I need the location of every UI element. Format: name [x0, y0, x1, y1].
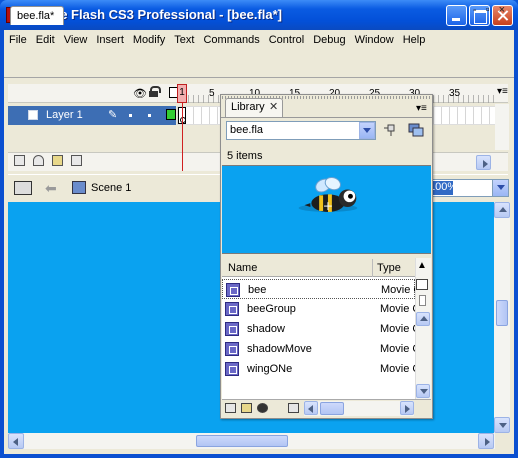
menu-control[interactable]: Control	[264, 34, 308, 46]
library-file-value[interactable]: bee.fla	[230, 124, 263, 136]
item-type: Movie Clip	[380, 363, 415, 375]
library-scroll-up[interactable]	[416, 312, 430, 326]
document-window-controls[interactable]: - ▫ ×	[473, 4, 508, 16]
column-separator[interactable]	[372, 259, 373, 277]
item-name: shadow	[247, 323, 285, 335]
stage-scroll-up[interactable]	[494, 202, 510, 218]
movie-clip-icon	[225, 322, 239, 336]
panel-divider	[221, 117, 432, 118]
scene-icon	[72, 181, 86, 194]
menu-file[interactable]: File	[4, 34, 31, 46]
document-tab[interactable]: bee.fla*	[10, 6, 64, 25]
panel-menu-icon[interactable]: ▾≡	[416, 103, 427, 114]
sort-order-icon[interactable]: ▲	[417, 260, 427, 271]
stage-scroll-right[interactable]	[478, 433, 494, 449]
insert-layer-icon[interactable]	[14, 155, 25, 166]
new-folder-icon[interactable]	[241, 403, 252, 413]
column-header-name[interactable]: Name	[228, 262, 257, 274]
minimize-button[interactable]	[446, 5, 467, 26]
item-type: Movie Clip	[380, 343, 415, 355]
bee-preview-icon	[298, 176, 358, 212]
pin-library-icon[interactable]	[384, 123, 399, 137]
window-title: Adobe Flash CS3 Professional - [bee.fla*…	[27, 7, 282, 22]
column-header-type[interactable]: Type	[377, 262, 401, 274]
playhead-line	[182, 103, 183, 171]
library-preview	[222, 165, 431, 254]
item-type: Movie Clip	[380, 303, 415, 315]
zoom-dropdown-arrow[interactable]	[492, 179, 509, 197]
menu-commands[interactable]: Commands	[198, 34, 263, 46]
document-tab-bar	[4, 54, 514, 78]
timeline-scroll-right[interactable]	[476, 155, 491, 170]
list-item[interactable]: shadow Movie Clip	[222, 319, 415, 339]
library-list: bee Movie Clip beeGroup Movie Clip shado…	[222, 277, 415, 399]
library-scroll-right[interactable]	[400, 401, 414, 415]
menu-bar: File Edit View Insert Modify Text Comman…	[4, 30, 514, 49]
pencil-icon: ✎	[108, 109, 118, 121]
menu-text[interactable]: Text	[169, 34, 198, 46]
menu-modify[interactable]: Modify	[128, 34, 169, 46]
layer-name[interactable]: Layer 1	[46, 109, 83, 121]
timeline-vertical-scrollbar[interactable]	[495, 104, 509, 150]
library-scroll-down[interactable]	[416, 384, 430, 398]
library-item-count: 5 items	[227, 150, 263, 162]
new-library-panel-icon[interactable]	[408, 123, 424, 137]
visibility-dot[interactable]	[129, 114, 132, 117]
menu-insert[interactable]: Insert	[91, 34, 128, 46]
item-type: Movie Clip	[380, 323, 415, 335]
item-type: Movie Clip	[381, 284, 415, 296]
close-icon[interactable]: ✕	[269, 100, 278, 113]
layer-icon	[28, 110, 38, 120]
frame-number: 5	[209, 88, 215, 99]
menu-debug[interactable]: Debug	[308, 34, 349, 46]
menu-edit[interactable]: Edit	[31, 34, 59, 46]
list-item[interactable]: bee Movie Clip	[222, 279, 415, 299]
list-item[interactable]: wingONe Movie Clip	[222, 359, 415, 379]
item-name: wingONe	[247, 363, 293, 375]
stage-vertical-thumb[interactable]	[496, 300, 508, 326]
movie-clip-icon	[225, 302, 239, 316]
movie-clip-icon	[225, 342, 239, 356]
frame-number: 35	[449, 88, 461, 99]
menu-window[interactable]: Window	[350, 34, 398, 46]
menu-view[interactable]: View	[59, 34, 92, 46]
list-item[interactable]: shadowMove Movie Clip	[222, 339, 415, 359]
insert-folder-icon[interactable]	[52, 155, 63, 166]
delete-layer-icon[interactable]	[71, 155, 82, 166]
list-item[interactable]: beeGroup Movie Clip	[222, 299, 415, 319]
movie-clip-icon	[226, 283, 240, 297]
scene-label[interactable]: Scene 1	[91, 182, 131, 194]
wide-state-icon[interactable]	[416, 279, 428, 290]
stage-horizontal-thumb[interactable]	[196, 435, 288, 447]
layer-color-swatch[interactable]	[166, 109, 176, 120]
narrow-state-icon[interactable]	[419, 295, 426, 306]
back-arrow-icon[interactable]: ⬅	[45, 180, 57, 197]
playhead[interactable]: 1	[177, 84, 187, 103]
library-file-dropdown-arrow[interactable]	[359, 122, 375, 139]
menu-help[interactable]: Help	[398, 34, 430, 46]
delete-icon[interactable]	[288, 403, 299, 413]
movie-clip-icon	[225, 362, 239, 376]
eye-icon[interactable]: 👁	[133, 87, 147, 100]
add-motion-guide-icon[interactable]	[33, 155, 44, 166]
layer-row[interactable]: Layer 1 ✎	[8, 106, 176, 125]
timeline-menu-icon[interactable]: ▾≡	[497, 86, 508, 97]
library-scroll-left[interactable]	[304, 401, 318, 415]
library-horizontal-thumb[interactable]	[320, 402, 344, 415]
lock-icon[interactable]	[149, 86, 161, 97]
stage-scroll-left[interactable]	[8, 433, 24, 449]
lock-dot[interactable]	[148, 114, 151, 117]
item-name: bee	[248, 284, 267, 296]
stage-scroll-down[interactable]	[494, 417, 510, 433]
new-symbol-icon[interactable]	[225, 403, 236, 413]
properties-icon[interactable]	[257, 403, 268, 413]
library-tab-label[interactable]: Library	[231, 101, 265, 113]
item-name: beeGroup	[247, 303, 296, 315]
timeline-toggle-icon[interactable]	[14, 181, 32, 195]
item-name: shadowMove	[247, 343, 312, 355]
